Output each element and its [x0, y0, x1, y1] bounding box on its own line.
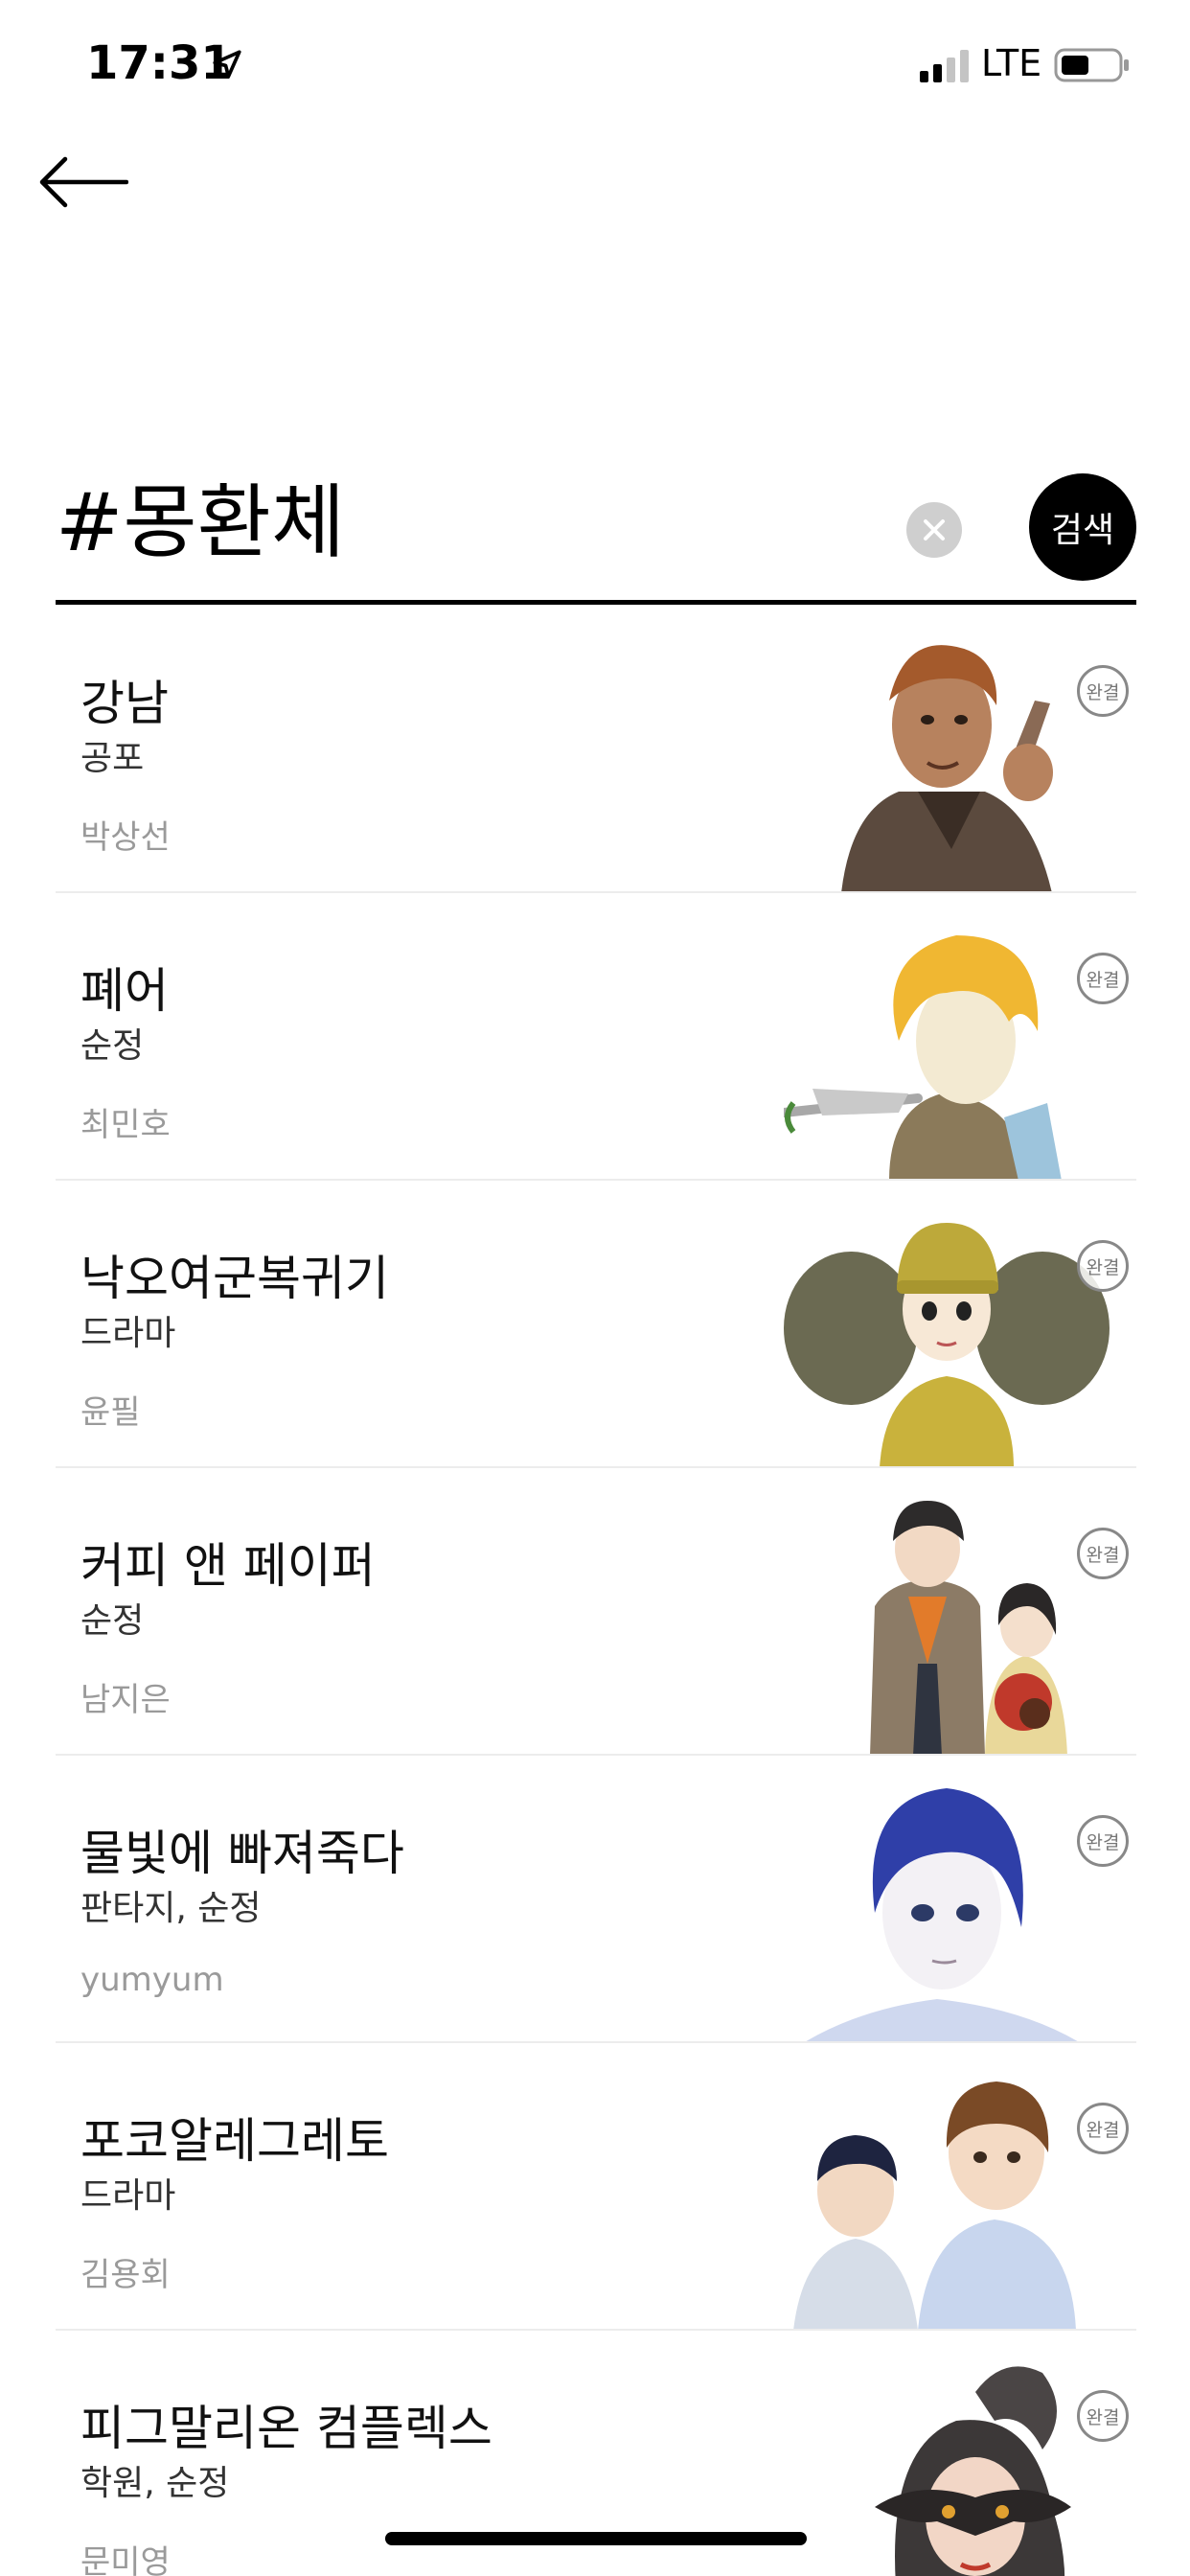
- cellular-signal-icon: [920, 50, 969, 82]
- result-title: 강남: [80, 676, 169, 731]
- search-input[interactable]: #몽환체: [56, 460, 880, 585]
- result-title: 피그말리온 컴플렉스: [80, 2401, 492, 2456]
- result-genre: 드라마: [80, 1314, 176, 1353]
- comic-thumbnail: [870, 1501, 1067, 1754]
- status-bar: 17:31 LTE: [0, 0, 1190, 126]
- complete-badge: 완결: [1077, 2390, 1129, 2442]
- complete-badge: 완결: [1077, 953, 1129, 1004]
- complete-badge: 완결: [1077, 665, 1129, 717]
- result-genre: 공포: [80, 739, 145, 778]
- clear-search-button[interactable]: [906, 502, 962, 558]
- comic-thumbnail: [806, 1788, 1078, 2041]
- result-genre: 판타지, 순정: [80, 1889, 262, 1928]
- result-author: 박상선: [80, 818, 171, 857]
- comic-thumbnail: [793, 2082, 1076, 2329]
- result-title: 낙오여군복귀기: [80, 1251, 389, 1306]
- complete-badge: 완결: [1077, 1528, 1129, 1579]
- result-item[interactable]: 물빛에 빠져죽다 판타지, 순정 yumyum 완결: [56, 1756, 1136, 2043]
- result-author: 윤필: [80, 1393, 141, 1432]
- result-author: 문미영: [80, 2543, 171, 2576]
- result-genre: 학원, 순정: [80, 2464, 230, 2503]
- comic-thumbnail: [784, 935, 1062, 1179]
- complete-badge: 완결: [1077, 1240, 1129, 1292]
- result-title: 포코알레그레토: [80, 2113, 389, 2169]
- result-author: 최민호: [80, 1106, 171, 1144]
- result-list: 강남 공포 박상선 완결 폐어 순정 최민호 완결 낙오여군복귀기 드라마 윤필…: [56, 606, 1136, 2576]
- result-item[interactable]: 낙오여군복귀기 드라마 윤필 완결: [56, 1181, 1136, 1468]
- result-author: 남지은: [80, 1681, 171, 1719]
- result-genre: 순정: [80, 1601, 145, 1641]
- result-title: 커피 앤 페이퍼: [80, 1538, 376, 1594]
- network-type-label: LTE: [981, 42, 1042, 84]
- result-author: yumyum: [80, 1961, 224, 1999]
- comic-thumbnail: [784, 1223, 1110, 1466]
- search-underline: [56, 600, 1136, 605]
- result-item[interactable]: 커피 앤 페이퍼 순정 남지은 완결: [56, 1468, 1136, 1756]
- result-genre: 드라마: [80, 2176, 176, 2216]
- result-item[interactable]: 강남 공포 박상선 완결: [56, 606, 1136, 893]
- battery-icon: [1054, 48, 1129, 82]
- search-button[interactable]: 검색: [1029, 473, 1136, 581]
- complete-badge: 완결: [1077, 2103, 1129, 2154]
- location-arrow-icon: [213, 50, 241, 79]
- result-item[interactable]: 포코알레그레토 드라마 김용회 완결: [56, 2043, 1136, 2331]
- result-title: 폐어: [80, 963, 169, 1019]
- result-author: 김용회: [80, 2256, 171, 2294]
- home-indicator: [385, 2532, 807, 2545]
- result-title: 물빛에 빠져죽다: [80, 1826, 404, 1881]
- result-item[interactable]: 폐어 순정 최민호 완결: [56, 893, 1136, 1181]
- comic-thumbnail: [875, 2366, 1071, 2576]
- back-arrow-icon[interactable]: [36, 153, 128, 211]
- comic-thumbnail: [841, 645, 1053, 891]
- close-icon: [924, 519, 945, 540]
- complete-badge: 완결: [1077, 1815, 1129, 1867]
- result-genre: 순정: [80, 1026, 145, 1066]
